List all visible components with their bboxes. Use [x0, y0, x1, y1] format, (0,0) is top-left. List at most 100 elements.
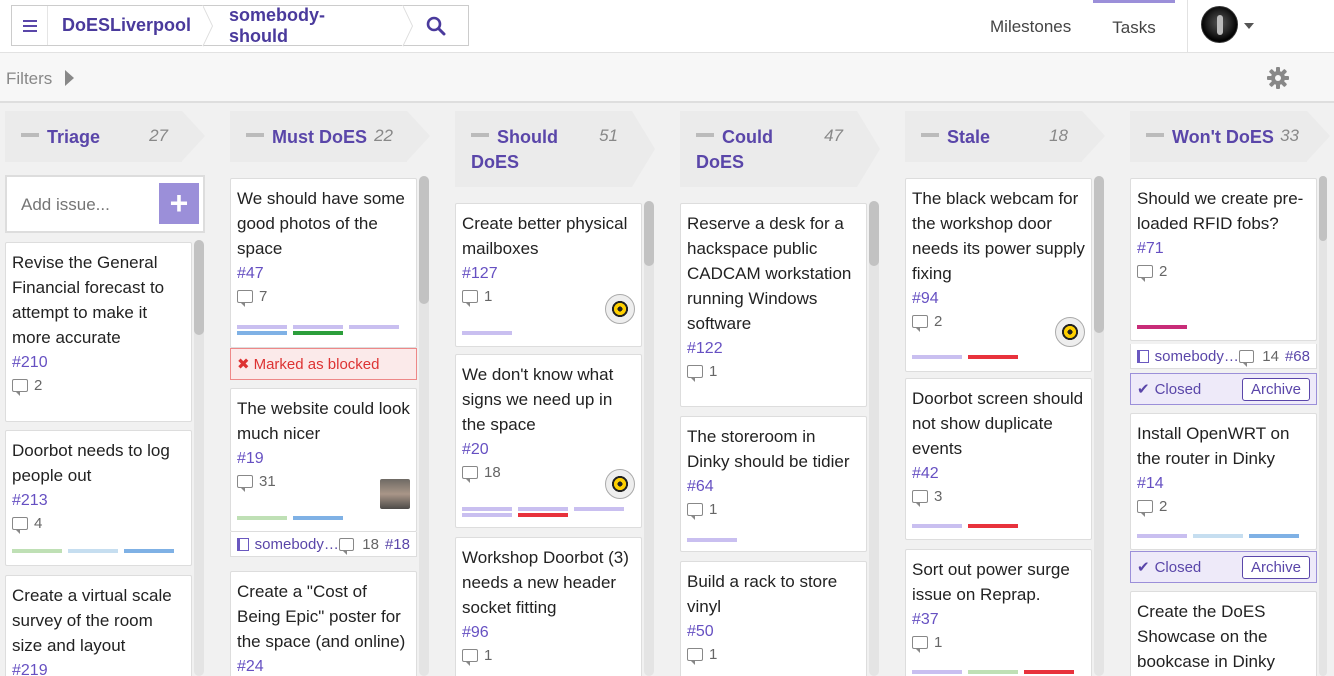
avatar[interactable]	[1201, 6, 1238, 43]
comment-icon	[462, 290, 478, 307]
linked-issue[interactable]: somebody-should 14 #68	[1130, 344, 1317, 369]
label	[912, 670, 962, 674]
book-icon	[1137, 349, 1149, 363]
issue-number[interactable]: #94	[912, 290, 1085, 308]
breadcrumb-repo[interactable]: somebody-should	[203, 5, 413, 47]
chevron-down-icon[interactable]	[1244, 23, 1254, 29]
scrollbar-thumb[interactable]	[419, 176, 429, 304]
issue-number[interactable]: #122	[687, 340, 860, 358]
issue-number[interactable]: #20	[462, 441, 635, 459]
scrollbar[interactable]	[644, 201, 654, 676]
issue-number[interactable]: #14	[1137, 475, 1310, 493]
add-issue-input[interactable]	[21, 195, 146, 215]
issue-number[interactable]: #47	[237, 265, 410, 283]
scrollbar-thumb[interactable]	[869, 201, 879, 266]
issue-number[interactable]: #37	[912, 611, 1085, 629]
issue-title: Revise the General Financial forecast to…	[12, 253, 165, 347]
issue-card[interactable]: We don't know what signs we need up in t…	[455, 354, 642, 528]
label-strip	[912, 670, 1074, 674]
scrollbar-thumb[interactable]	[1319, 176, 1327, 241]
column-header[interactable]: Must DoES 22	[230, 111, 430, 162]
column-must-does: Must DoES 22 We should have some good ph…	[230, 111, 441, 676]
hamburger-icon[interactable]	[12, 6, 48, 45]
assignee-avatar[interactable]	[1055, 317, 1085, 347]
scrollbar-thumb[interactable]	[644, 201, 654, 266]
user-menu[interactable]	[1187, 0, 1334, 53]
nav-tasks[interactable]: Tasks	[1093, 0, 1175, 53]
filters-toggle[interactable]: Filters	[6, 69, 52, 89]
issue-card[interactable]: Create the DoES Showcase on the bookcase…	[1130, 591, 1317, 676]
add-issue-button[interactable]: +	[159, 183, 199, 224]
label	[1193, 534, 1243, 538]
issue-card[interactable]: Reserve a desk for a hackspace public CA…	[680, 203, 867, 407]
issue-card[interactable]: The black webcam for the workshop door n…	[905, 178, 1092, 372]
label	[1137, 534, 1187, 538]
column-count: 27	[149, 126, 168, 145]
label	[237, 325, 287, 329]
label-strip	[237, 325, 416, 335]
issue-number[interactable]: #50	[687, 623, 860, 641]
label-strip	[462, 507, 641, 517]
gear-icon[interactable]	[1266, 66, 1290, 90]
column-header[interactable]: Triage 27	[5, 111, 205, 162]
scrollbar[interactable]	[1319, 176, 1327, 676]
issue-title: Doorbot screen should not show duplicate…	[912, 389, 1084, 458]
issue-card[interactable]: Workshop Doorbot (3) needs a new header …	[455, 537, 642, 676]
label	[1024, 670, 1074, 674]
issue-number[interactable]: #127	[462, 265, 635, 283]
label	[237, 331, 287, 335]
issue-number[interactable]: #42	[912, 465, 1085, 483]
assignee-avatar[interactable]	[605, 294, 635, 324]
issue-card[interactable]: The website could look much nicer #19 31	[230, 388, 417, 532]
label	[349, 325, 399, 329]
scrollbar[interactable]	[194, 240, 204, 676]
archive-button[interactable]: Archive	[1241, 555, 1310, 579]
label	[462, 331, 512, 335]
issue-card[interactable]: Revise the General Financial forecast to…	[5, 242, 192, 422]
label	[293, 331, 343, 335]
column-triage: Triage 27 + Revise the General Financial…	[5, 111, 216, 676]
issue-card[interactable]: We should have some good photos of the s…	[230, 178, 417, 348]
archive-button[interactable]: Archive	[1241, 377, 1310, 401]
issue-card[interactable]: Doorbot screen should not show duplicate…	[905, 378, 1092, 540]
issue-number[interactable]: #210	[12, 354, 185, 372]
issue-number[interactable]: #24	[237, 658, 410, 676]
issue-card[interactable]: Sort out power surge issue on Reprap. #3…	[905, 549, 1092, 676]
issue-title: Create a "Cost of Being Epic" poster for…	[237, 582, 406, 651]
breadcrumb-org[interactable]: DoESLiverpool	[48, 5, 213, 47]
scrollbar[interactable]	[419, 176, 429, 676]
comment-count: 1	[687, 363, 860, 382]
nav-milestones[interactable]: Milestones	[990, 0, 1071, 53]
assignee-avatar[interactable]	[380, 479, 410, 509]
linked-issue[interactable]: somebody-should 18 #18	[230, 532, 417, 557]
add-issue-box: +	[5, 175, 205, 233]
scrollbar-thumb[interactable]	[1094, 176, 1104, 333]
issue-title: The black webcam for the workshop door n…	[912, 189, 1085, 283]
issue-card[interactable]: Should we create pre-loaded RFID fobs? #…	[1130, 178, 1317, 341]
issue-number[interactable]: #96	[462, 624, 635, 642]
scrollbar-thumb[interactable]	[194, 240, 204, 335]
column-header[interactable]: Won't DoES 33	[1130, 111, 1330, 162]
label-strip	[912, 524, 1018, 528]
issue-card[interactable]: Create a "Cost of Being Epic" poster for…	[230, 571, 417, 676]
issue-card[interactable]: Build a rack to store vinyl #50 1	[680, 561, 867, 676]
issue-card[interactable]: Doorbot needs to log people out #213 4	[5, 430, 192, 566]
issue-card[interactable]: Install OpenWRT on the router in Dinky #…	[1130, 413, 1317, 550]
column-header[interactable]: Stale 18	[905, 111, 1105, 162]
issue-number[interactable]: #71	[1137, 240, 1310, 258]
issue-card[interactable]: Create a virtual scale survey of the roo…	[5, 575, 192, 676]
issue-title: The website could look much nicer	[237, 399, 410, 443]
column-header[interactable]: Should DoES 51	[455, 111, 655, 187]
chevron-right-icon[interactable]	[65, 70, 74, 86]
issue-number[interactable]: #19	[237, 450, 410, 468]
scrollbar[interactable]	[869, 201, 879, 676]
issue-card[interactable]: Create better physical mailboxes #127 1	[455, 203, 642, 347]
issue-number[interactable]: #64	[687, 478, 860, 496]
issue-number[interactable]: #213	[12, 492, 185, 510]
issue-title: Create the DoES Showcase on the bookcase…	[1137, 602, 1275, 671]
scrollbar[interactable]	[1094, 176, 1104, 676]
column-header[interactable]: Could DoES 47	[680, 111, 880, 187]
issue-card[interactable]: The storeroom in Dinky should be tidier …	[680, 416, 867, 552]
assignee-avatar[interactable]	[605, 469, 635, 499]
issue-number[interactable]: #219	[12, 662, 185, 676]
